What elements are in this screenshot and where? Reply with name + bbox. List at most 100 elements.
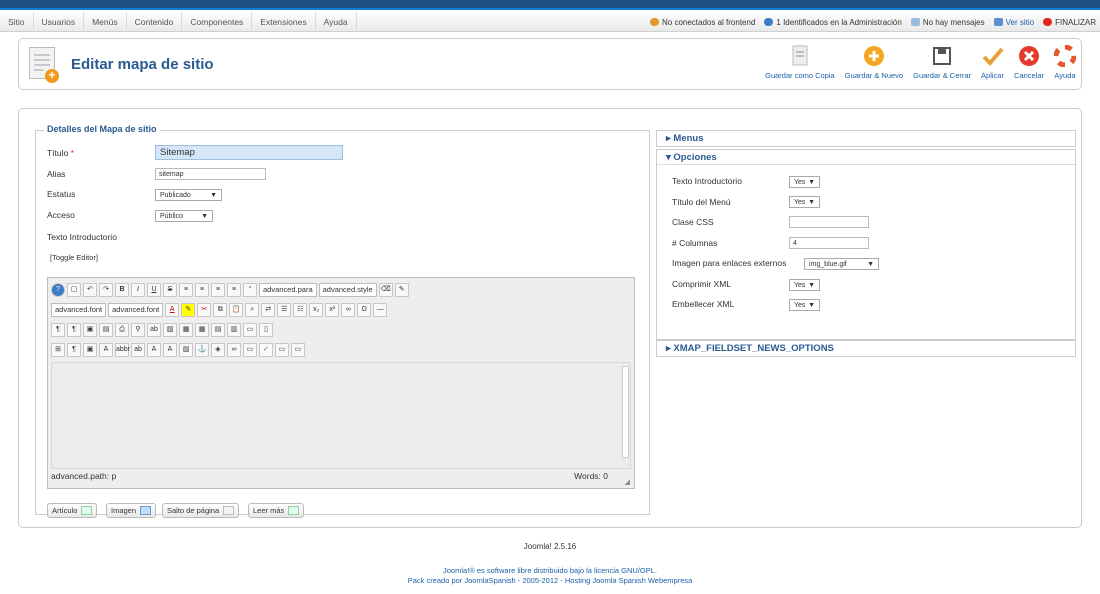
opt-menu-title-select[interactable]: Yes ▼	[789, 196, 820, 208]
menu-componentes[interactable]: Componentes	[182, 11, 253, 32]
menus-panel-header[interactable]: ▸ Menus	[657, 131, 1075, 146]
opt-css-input[interactable]	[789, 216, 869, 228]
apply-button[interactable]: Aplicar	[976, 45, 1009, 87]
editor-scrollbar[interactable]	[622, 366, 629, 458]
save-as-copy-button[interactable]: Guardar como Copia	[760, 45, 840, 87]
binoculars-icon[interactable]: ⚲	[131, 323, 145, 337]
title-input[interactable]: Sitemap	[155, 145, 343, 160]
messages-status[interactable]: No hay mensajes	[923, 18, 985, 27]
resize-handle-icon[interactable]: ◢	[625, 478, 630, 486]
redo-icon[interactable]: ↷	[99, 283, 113, 297]
alias-input[interactable]: sitemap	[155, 168, 266, 180]
bullet-list-icon[interactable]: ☰	[277, 303, 292, 317]
insert-date-icon[interactable]: ▭	[243, 343, 257, 357]
fullscreen-icon[interactable]: ▣	[83, 323, 97, 337]
align-center-icon[interactable]: ≡	[195, 283, 209, 297]
strikethrough-icon[interactable]: S	[163, 283, 177, 297]
footer-credits-link[interactable]: Pack creado por JoomlaSpanish - 2005-201…	[408, 576, 693, 585]
horizontal-rule-icon[interactable]: —	[373, 303, 388, 317]
align-right-icon[interactable]: ≡	[211, 283, 225, 297]
layer-icon[interactable]: ▦	[179, 323, 193, 337]
find-icon[interactable]: ⌕	[245, 303, 260, 317]
styles-icon[interactable]: A	[99, 343, 113, 357]
acronym-icon[interactable]: ab	[131, 343, 145, 357]
styles-dropdown[interactable]: advanced.style	[318, 283, 377, 297]
italic-icon[interactable]: I	[131, 283, 145, 297]
opt-ext-img-select[interactable]: img_blue.gif ▼	[804, 258, 879, 270]
image-manager-icon[interactable]: ▨	[179, 343, 193, 357]
pagebreak-icon[interactable]: ▭	[275, 343, 289, 357]
merge-cells-icon[interactable]: ▭	[243, 323, 257, 337]
delete-text-icon[interactable]: A	[147, 343, 161, 357]
opt-cols-input[interactable]: 4	[789, 237, 869, 249]
options-panel-header[interactable]: ▾ Opciones	[657, 150, 1075, 165]
copy-icon[interactable]: ⧉	[213, 303, 228, 317]
help-button[interactable]: Ayuda	[1049, 45, 1081, 87]
bold-icon[interactable]: B	[115, 283, 129, 297]
opt-compress-select[interactable]: Yes ▼	[789, 279, 820, 291]
align-justify-icon[interactable]: ≡	[227, 283, 241, 297]
ltr-icon[interactable]: ¶	[51, 323, 65, 337]
undo-icon[interactable]: ↶	[83, 283, 97, 297]
font-family-dropdown[interactable]: advanced.font	[51, 303, 107, 317]
print-icon[interactable]: ⎙	[115, 323, 129, 337]
superscript-icon[interactable]: x²	[325, 303, 340, 317]
table-col-icon[interactable]: ▥	[227, 323, 241, 337]
rtl-icon[interactable]: ¶	[67, 323, 81, 337]
text-color-icon[interactable]: A	[165, 303, 180, 317]
insert-image-icon[interactable]: ▨	[163, 323, 177, 337]
hyperlink-icon[interactable]: ∞	[227, 343, 241, 357]
replace-text-icon[interactable]: ab	[147, 323, 161, 337]
view-site-link[interactable]: Ver sitio	[1006, 18, 1034, 27]
save-new-button[interactable]: Guardar & Nuevo	[840, 45, 908, 87]
new-document-icon[interactable]: ▢	[67, 283, 81, 297]
numbered-list-icon[interactable]: ☷	[293, 303, 308, 317]
opt-intro-select[interactable]: Yes ▼	[789, 176, 820, 188]
toggle-editor-link[interactable]: [Toggle Editor]	[50, 253, 98, 262]
special-char-icon[interactable]: Ω	[357, 303, 372, 317]
template-icon[interactable]: ▣	[83, 343, 97, 357]
menu-usuarios[interactable]: Usuarios	[34, 11, 85, 32]
menu-menus[interactable]: Menús	[84, 11, 127, 32]
highlight-icon[interactable]: ✎	[181, 303, 196, 317]
table-icon[interactable]: ▦	[195, 323, 209, 337]
news-options-panel-header[interactable]: ▸ XMAP_FIELDSET_NEWS_OPTIONS	[657, 341, 1075, 356]
split-cells-icon[interactable]: ▯	[259, 323, 273, 337]
underline-icon[interactable]: U	[147, 283, 161, 297]
font-size-dropdown[interactable]: advanced.font	[108, 303, 164, 317]
image-button[interactable]: Imagen	[106, 503, 157, 518]
align-left-icon[interactable]: ≡	[179, 283, 193, 297]
paragraph-format-dropdown[interactable]: advanced.para	[259, 283, 317, 297]
menu-sitio[interactable]: Sitio	[0, 11, 34, 32]
readmore-icon[interactable]: ▭	[291, 343, 305, 357]
blockquote-icon[interactable]: “	[243, 283, 257, 297]
footer-license-link[interactable]: Joomla!® es software libre distribuido b…	[443, 566, 657, 575]
menu-extensiones[interactable]: Extensiones	[252, 11, 316, 32]
editor-content-area[interactable]	[51, 362, 631, 469]
article-button[interactable]: Artículo	[47, 503, 98, 518]
save-close-button[interactable]: Guardar & Cerrar	[908, 45, 976, 87]
insert-text-icon[interactable]: A	[163, 343, 177, 357]
help-icon[interactable]: ?	[51, 283, 65, 297]
paste-icon[interactable]: 📋	[229, 303, 244, 317]
table-row-icon[interactable]: ▤	[211, 323, 225, 337]
pilcrow-icon[interactable]: ¶	[67, 343, 81, 357]
logout-link[interactable]: FINALIZAR	[1055, 18, 1096, 27]
menu-ayuda[interactable]: Ayuda	[316, 11, 357, 32]
cut-icon[interactable]: ✂	[197, 303, 212, 317]
anchor-icon[interactable]: ⚓	[195, 343, 209, 357]
opt-beautify-select[interactable]: Yes ▼	[789, 299, 820, 311]
pagebreak-button[interactable]: Salto de página	[162, 503, 240, 518]
cleanup-icon[interactable]: ✎	[394, 283, 409, 297]
spellcheck-icon[interactable]: ✓	[259, 343, 273, 357]
media-icon[interactable]: ◈	[211, 343, 225, 357]
menu-contenido[interactable]: Contenido	[127, 11, 183, 32]
preview-icon[interactable]: ▤	[99, 323, 113, 337]
subscript-icon[interactable]: x₂	[309, 303, 324, 317]
access-select[interactable]: Público ▼	[155, 210, 213, 222]
visual-aid-icon[interactable]: ⊞	[51, 343, 65, 357]
readmore-button[interactable]: Leer más	[248, 503, 305, 518]
abbr-icon[interactable]: abbr	[115, 343, 130, 357]
link-icon[interactable]: ∞	[341, 303, 356, 317]
eraser-icon[interactable]: ⌫	[378, 283, 393, 297]
